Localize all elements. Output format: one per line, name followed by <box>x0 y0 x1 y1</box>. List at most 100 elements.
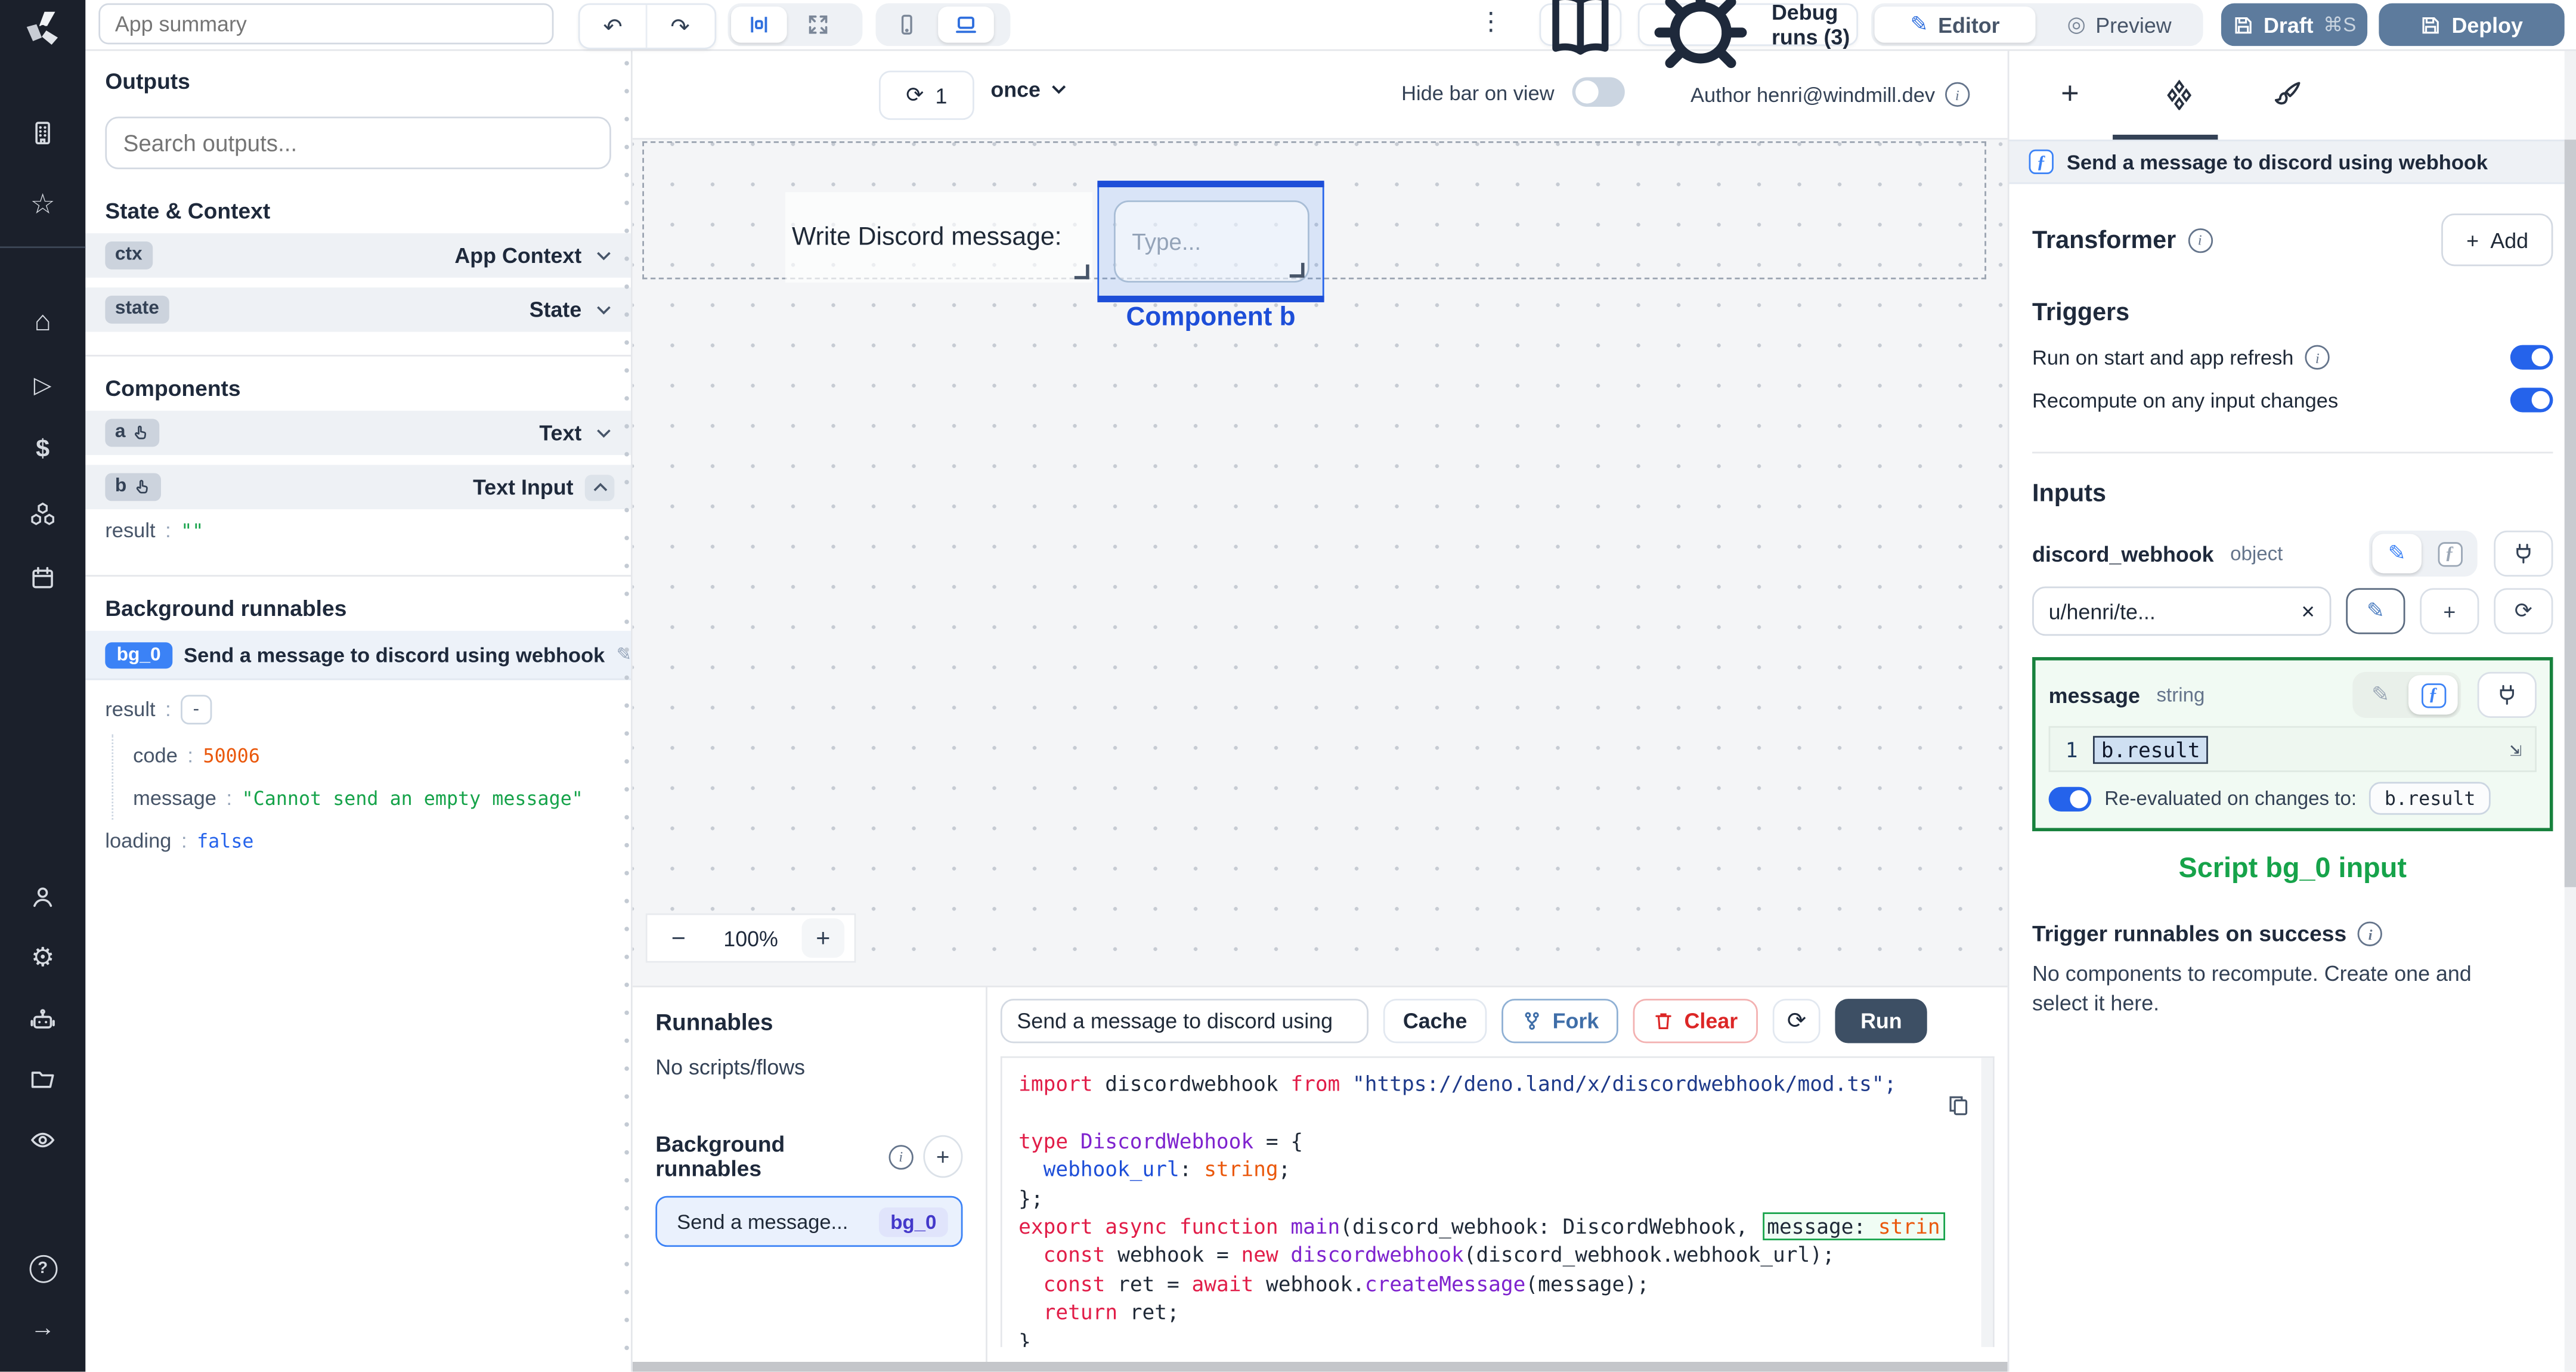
frequency-dropdown[interactable]: once <box>990 77 1070 102</box>
run-button[interactable]: Run <box>1835 999 1927 1043</box>
value: "" <box>181 519 204 543</box>
collapsed-value-box[interactable]: - <box>181 695 212 724</box>
zoom-level: 100% <box>723 925 778 950</box>
panel-resize-handle[interactable] <box>623 49 631 1372</box>
info-icon[interactable]: i <box>2305 345 2330 370</box>
expression-value[interactable]: b.result <box>2092 735 2209 763</box>
refresh-count-button[interactable]: ⟳ 1 <box>878 70 974 120</box>
output-row-ctx[interactable]: ctx App Context <box>85 233 631 278</box>
selected-textinput-component-b[interactable]: Type... <box>1097 181 1324 302</box>
tab-styling[interactable] <box>2265 73 2308 116</box>
zoom-out-button[interactable]: − <box>657 918 700 958</box>
runs-icon[interactable]: ▷ <box>26 368 59 401</box>
docs-button[interactable] <box>1539 0 1622 55</box>
info-icon[interactable]: i <box>2187 227 2212 252</box>
script-name-input[interactable] <box>1000 999 1368 1043</box>
home-icon[interactable]: ⌂ <box>26 305 59 338</box>
horizontal-scrollbar[interactable] <box>632 1361 2008 1372</box>
output-row-state[interactable]: state State <box>85 287 631 332</box>
collapse-button[interactable] <box>584 473 615 500</box>
eval-mode-button[interactable]: ƒ <box>2408 675 2458 715</box>
component-row-b[interactable]: b Text Input <box>85 464 631 510</box>
resources-icon[interactable] <box>26 498 59 531</box>
app-canvas[interactable]: Write Discord message: Type... Component… <box>632 138 2008 986</box>
folders-icon[interactable] <box>26 1063 59 1096</box>
resize-handle[interactable] <box>1074 264 1089 280</box>
help-icon[interactable]: ? <box>26 1252 59 1284</box>
bg0-row[interactable]: bg_0 Send a message to discord using web… <box>85 630 631 680</box>
refresh-icon: ⟳ <box>1787 1006 1807 1033</box>
undo-button[interactable]: ↶ <box>580 5 646 48</box>
chevron-down-icon[interactable] <box>593 245 615 267</box>
static-mode-button[interactable]: ✎ <box>2372 534 2422 574</box>
deploy-button[interactable]: Deploy <box>2379 3 2565 47</box>
windmill-logo[interactable] <box>21 8 64 51</box>
right-panel-tabs: + <box>2009 49 2576 140</box>
tab-editor[interactable]: ✎ Editor <box>1874 7 2036 43</box>
chevron-down-icon[interactable] <box>593 299 615 320</box>
center-align-button[interactable] <box>731 7 787 43</box>
cache-button[interactable]: Cache <box>1383 999 1487 1043</box>
info-icon[interactable]: i <box>888 1144 914 1169</box>
tab-preview[interactable]: ◎ Preview <box>2039 7 2200 43</box>
add-background-runnable-button[interactable]: + <box>922 1135 963 1178</box>
reeval-toggle[interactable] <box>2048 786 2092 811</box>
fork-icon <box>1525 1012 1539 1030</box>
connect-plug-button[interactable] <box>2477 671 2537 718</box>
message-expression-editor[interactable]: 1 b.result ⇲ <box>2048 726 2537 772</box>
tab-insert-component[interactable]: + <box>2049 73 2092 116</box>
runnable-item-bg0[interactable]: Send a message... bg_0 <box>655 1196 963 1247</box>
info-icon[interactable]: i <box>2358 921 2383 946</box>
scrollbar-thumb[interactable] <box>2564 140 2576 887</box>
resource-picker[interactable]: u/henri/te... × <box>2032 586 2332 636</box>
more-options-kebab-icon[interactable]: ⋮ <box>1479 7 1503 36</box>
run-on-start-toggle[interactable] <box>2510 345 2553 370</box>
static-mode-button[interactable]: ✎ <box>2356 675 2405 714</box>
schedules-icon[interactable] <box>26 562 59 594</box>
copy-code-icon[interactable] <box>1947 1094 1970 1122</box>
audit-eye-icon[interactable] <box>26 1123 59 1156</box>
connect-plug-button[interactable] <box>2494 530 2553 577</box>
refresh-resource-button[interactable]: ⟳ <box>2494 588 2553 634</box>
component-row-a[interactable]: a Text <box>85 410 631 456</box>
expand-editor-icon[interactable]: ⇲ <box>2510 738 2522 761</box>
fullscreen-button[interactable] <box>790 7 846 43</box>
search-outputs-input[interactable] <box>105 116 611 169</box>
debug-runs-button[interactable]: Debug runs (3) <box>1637 0 1859 68</box>
code-line: return ret; <box>1043 1299 1179 1325</box>
edit-resource-button[interactable]: ✎ <box>2346 588 2405 634</box>
refresh-button[interactable]: ⟳ <box>1772 999 1821 1043</box>
add-resource-button[interactable]: + <box>2420 588 2479 634</box>
desktop-view-button[interactable] <box>938 7 994 43</box>
clear-resource-icon[interactable]: × <box>2301 598 2315 624</box>
mobile-view-button[interactable] <box>879 7 935 43</box>
expand-sidebar-arrow-icon[interactable]: → <box>26 1311 59 1344</box>
users-icon[interactable] <box>26 881 59 913</box>
settings-gear-icon[interactable]: ⚙ <box>26 941 59 974</box>
add-transformer-button[interactable]: + Add <box>2441 213 2553 267</box>
eval-mode-button[interactable]: ƒ <box>2425 534 2475 573</box>
zoom-in-button[interactable]: + <box>801 918 845 958</box>
code-editor[interactable]: import discordwebhook from "https://deno… <box>1000 1056 1995 1348</box>
redo-button[interactable]: ↷ <box>645 5 713 48</box>
text-input-field[interactable]: Type... <box>1113 200 1309 283</box>
tab-component-settings[interactable] <box>2157 73 2200 116</box>
workers-robot-icon[interactable] <box>26 1004 59 1036</box>
info-icon[interactable]: i <box>1945 82 1970 107</box>
code-scrollbar[interactable] <box>1981 1058 1993 1348</box>
resize-handle[interactable] <box>1289 262 1305 278</box>
recompute-toggle[interactable] <box>2510 388 2553 413</box>
clear-button[interactable]: Clear <box>1633 999 1758 1043</box>
b-type-label: Text Input <box>473 475 574 500</box>
draft-button[interactable]: Draft ⌘S <box>2221 3 2368 47</box>
text-component-a[interactable]: Write Discord message: <box>785 192 1093 283</box>
undo-redo-group: ↶ ↷ <box>578 3 717 49</box>
app-summary-input[interactable] <box>98 3 554 45</box>
hide-bar-toggle[interactable] <box>1572 77 1625 107</box>
workspace-icon[interactable] <box>26 117 59 150</box>
scrollbar-track[interactable] <box>2564 49 2576 1372</box>
chevron-down-icon[interactable] <box>593 422 615 444</box>
variables-icon[interactable]: $ <box>26 432 59 465</box>
favorites-star-icon[interactable]: ☆ <box>26 189 59 222</box>
fork-button[interactable]: Fork <box>1501 999 1619 1043</box>
